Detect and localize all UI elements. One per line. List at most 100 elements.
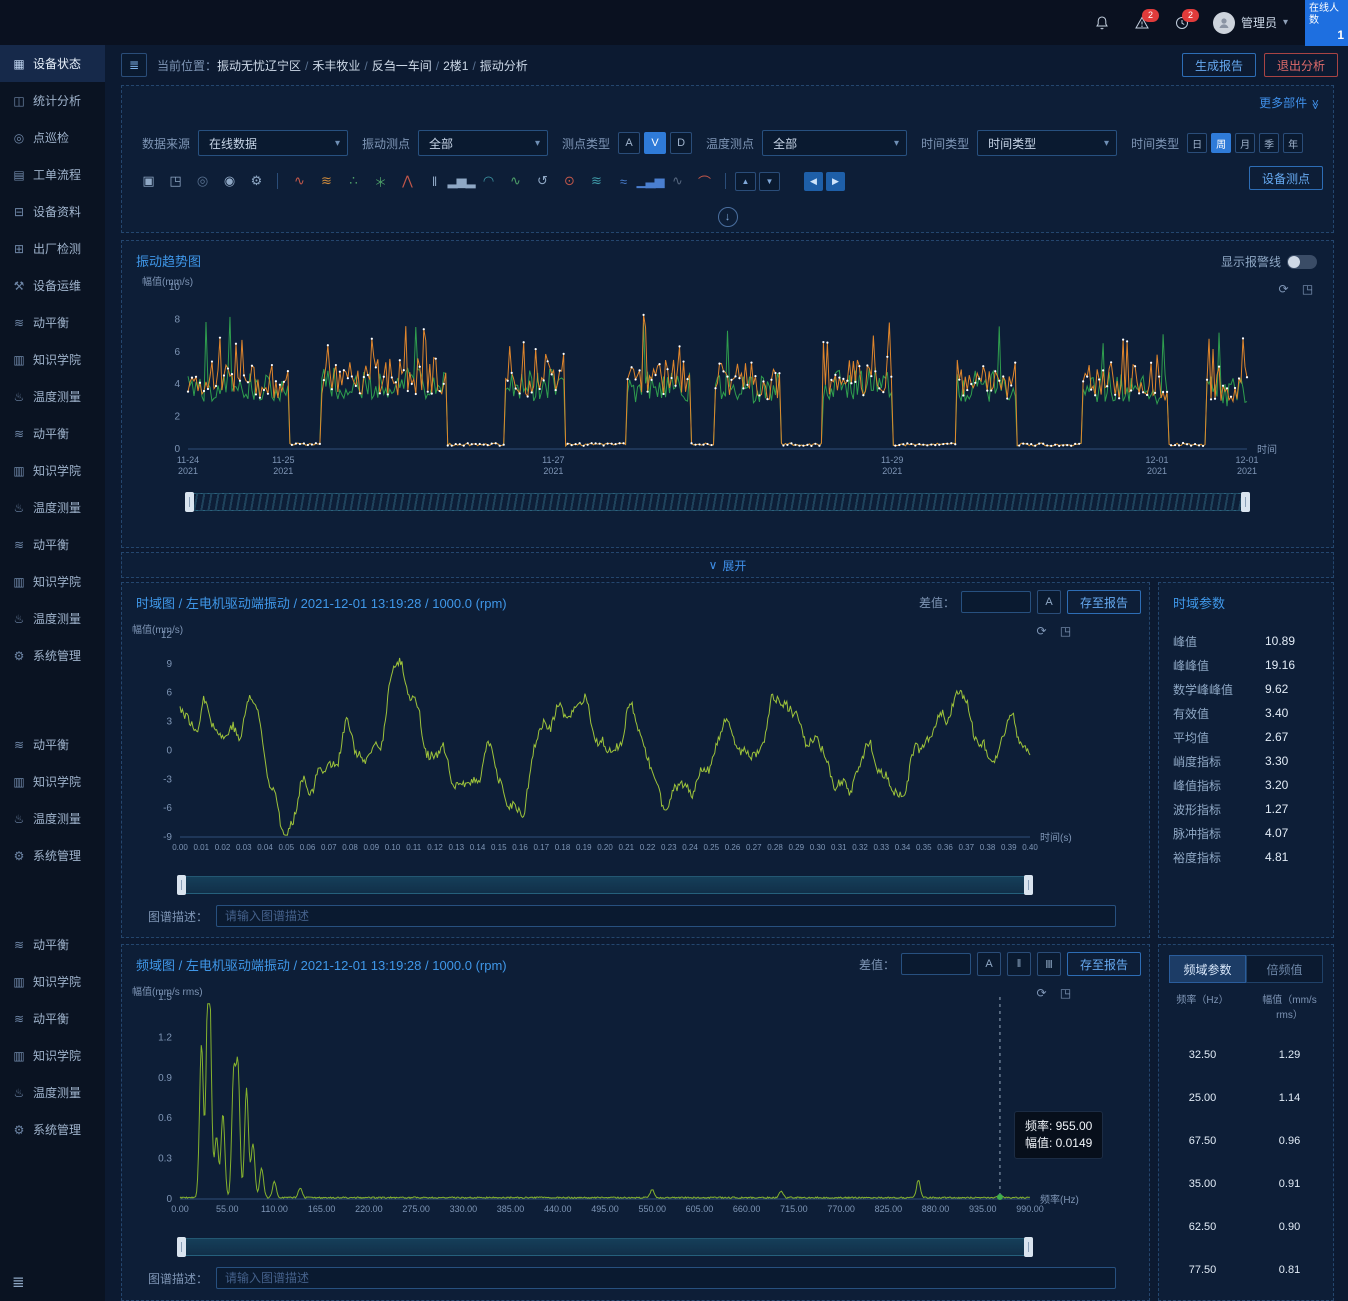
orbit-wave-icon[interactable]: ◠ xyxy=(476,170,500,192)
sidebar-item[interactable]: ⊟ 设备资料 xyxy=(0,193,105,230)
cascade-wave-icon[interactable]: ≈ xyxy=(611,170,635,192)
bell-icon[interactable] xyxy=(1093,14,1111,32)
slider-handle-right[interactable] xyxy=(1024,1237,1033,1257)
sidebar-item[interactable]: ♨ 温度测量 xyxy=(0,378,105,415)
sidebar-item[interactable]: ⚒ 设备运维 xyxy=(0,267,105,304)
breadcrumb-item[interactable]: 反刍一车间/ xyxy=(372,57,443,74)
sidebar-item[interactable]: ≋ 动平衡 xyxy=(0,926,105,963)
slider-handle-left[interactable] xyxy=(185,492,194,512)
auto-scale-button[interactable]: A xyxy=(977,952,1001,976)
decay-curve-icon[interactable]: ∿ xyxy=(287,170,311,192)
snapshot-icon[interactable]: ◳ xyxy=(163,170,187,192)
heartbeat-icon[interactable]: ∿ xyxy=(503,170,527,192)
save-report-button[interactable]: 存至报告 xyxy=(1067,590,1141,614)
time-desc-input[interactable] xyxy=(216,905,1116,927)
scatter-plot-icon[interactable]: ∴ xyxy=(341,170,365,192)
time-unit-button[interactable]: 月 xyxy=(1235,133,1255,153)
balance-icon[interactable]: ◉ xyxy=(217,170,241,192)
freq-params-tab[interactable]: 倍频值 xyxy=(1246,955,1323,983)
collapse-panel-icon[interactable]: ↓ xyxy=(718,207,738,227)
sidebar-item[interactable]: ◎ 点巡检 xyxy=(0,119,105,156)
generate-report-button[interactable]: 生成报告 xyxy=(1182,53,1256,77)
vib-point-select[interactable]: 全部 xyxy=(418,130,548,156)
more-widgets-link[interactable]: 更多部件 ≪ xyxy=(1259,94,1321,111)
sidebar-item[interactable]: ≋ 动平衡 xyxy=(0,415,105,452)
freq-params-tab[interactable]: 频域参数 xyxy=(1169,955,1246,983)
breadcrumb-item[interactable]: 振动无忧辽宁区/ xyxy=(217,57,312,74)
sidebar-item[interactable]: ▥ 知识学院 xyxy=(0,563,105,600)
harmonic-cursor-button[interactable]: Ⅲ xyxy=(1037,952,1061,976)
trend-range-slider[interactable] xyxy=(188,493,1247,511)
cross-phase-icon[interactable]: ＊ xyxy=(368,170,392,192)
time-unit-button[interactable]: 年 xyxy=(1283,133,1303,153)
freq-desc-input[interactable] xyxy=(216,1267,1116,1289)
sidebar-item[interactable]: ♨ 温度测量 xyxy=(0,1074,105,1111)
cursor-lines-button[interactable]: ‖ xyxy=(1007,952,1031,976)
sidebar-item[interactable]: ♨ 温度测量 xyxy=(0,800,105,837)
time-unit-button[interactable]: 日 xyxy=(1187,133,1207,153)
time-unit-button[interactable]: 周 xyxy=(1211,133,1231,153)
alarm-switch[interactable] xyxy=(1287,255,1317,269)
save-report-button[interactable]: 存至报告 xyxy=(1067,952,1141,976)
sidebar-item[interactable]: ◫ 统计分析 xyxy=(0,82,105,119)
clock-icon[interactable]: 2 xyxy=(1173,14,1191,32)
next-button[interactable]: ▶ xyxy=(826,172,845,191)
sidebar-item[interactable]: ▥ 知识学院 xyxy=(0,763,105,800)
sidebar-item[interactable]: ♨ 温度测量 xyxy=(0,489,105,526)
exit-analysis-button[interactable]: 退出分析 xyxy=(1264,53,1338,77)
device-tree-icon[interactable]: ≣ xyxy=(121,53,147,77)
sidebar-item[interactable]: ≋ 动平衡 xyxy=(0,726,105,763)
sidebar-item[interactable]: ▦ 设备状态 xyxy=(0,45,105,82)
sidebar-item[interactable]: ▥ 知识学院 xyxy=(0,341,105,378)
sidebar-item[interactable]: ≋ 动平衡 xyxy=(0,304,105,341)
warning-icon[interactable]: 2 xyxy=(1133,14,1151,32)
breadcrumb-item[interactable]: 2楼1/ xyxy=(443,57,480,74)
time-range-slider[interactable] xyxy=(180,876,1030,894)
point-type-button[interactable]: A xyxy=(618,132,640,154)
slider-handle-right[interactable] xyxy=(1241,492,1250,512)
mini-bars-icon[interactable]: ▂▅▂ xyxy=(449,170,473,192)
freq-chart-svg[interactable]: 1.51.20.90.60.30幅值(mm/s rms)频率(Hz)0.0055… xyxy=(126,985,1150,1235)
slider-handle-right[interactable] xyxy=(1024,875,1033,895)
sidebar-item[interactable]: ⊞ 出厂检测 xyxy=(0,230,105,267)
slider-handle-left[interactable] xyxy=(177,1237,186,1257)
collapse-sidebar-icon[interactable]: ≣ xyxy=(12,1273,25,1291)
sidebar-item[interactable]: ▥ 知识学院 xyxy=(0,452,105,489)
sidebar-item[interactable]: ▥ 知识学院 xyxy=(0,1037,105,1074)
expand-strip[interactable]: ∨ 展开 xyxy=(121,552,1334,578)
settings-gear-icon[interactable]: ⚙ xyxy=(244,170,268,192)
online-users-box[interactable]: 在线人数 1 xyxy=(1305,0,1348,46)
point-type-button[interactable]: V xyxy=(644,132,666,154)
time-chart-svg[interactable]: 129630-3-6-9幅值(mm/s)时间(s)0.000.010.020.0… xyxy=(126,623,1150,873)
time-unit-button[interactable]: 季 xyxy=(1259,133,1279,153)
prev-button[interactable]: ◀ xyxy=(804,172,823,191)
cursor-dot-icon[interactable]: ⊙ xyxy=(557,170,581,192)
decline-curve-icon[interactable]: ⌒ xyxy=(692,170,716,192)
histogram-icon[interactable]: ▁▃▅ xyxy=(638,170,662,192)
point-type-button[interactable]: D xyxy=(670,132,692,154)
sidebar-item[interactable]: ▤ 工单流程 xyxy=(0,156,105,193)
freq-range-slider[interactable] xyxy=(180,1238,1030,1256)
trend-chart-svg[interactable]: 0246810幅值(mm/s)时间11-24202111-25202111-27… xyxy=(136,273,1317,487)
move-up-button[interactable]: ▲ xyxy=(735,172,756,191)
sidebar-item[interactable]: ⚙ 系统管理 xyxy=(0,1111,105,1148)
target-circle-icon[interactable]: ◎ xyxy=(190,170,214,192)
multi-peak-icon[interactable]: ⋀ xyxy=(395,170,419,192)
envelope-wave-icon[interactable]: ≋ xyxy=(314,170,338,192)
sidebar-item[interactable]: ♨ 温度测量 xyxy=(0,600,105,637)
device-points-button[interactable]: 设备测点 xyxy=(1249,166,1323,190)
waterfall-icon[interactable]: ≋ xyxy=(584,170,608,192)
breadcrumb-item[interactable]: 振动分析/ xyxy=(480,57,528,74)
undo-icon[interactable]: ↺ xyxy=(530,170,554,192)
slider-handle-left[interactable] xyxy=(177,875,186,895)
sidebar-item[interactable]: ⚙ 系统管理 xyxy=(0,637,105,674)
admin-menu[interactable]: 管理员 ▾ xyxy=(1213,12,1288,34)
diff-input[interactable] xyxy=(901,953,971,975)
sidebar-item[interactable]: ▥ 知识学院 xyxy=(0,963,105,1000)
impulse-train-icon[interactable]: ‖ xyxy=(422,170,446,192)
move-down-button[interactable]: ▼ xyxy=(759,172,780,191)
auto-scale-button[interactable]: A xyxy=(1037,590,1061,614)
temp-point-select[interactable]: 全部 xyxy=(762,130,907,156)
time-type-select[interactable]: 时间类型 xyxy=(977,130,1117,156)
diff-input[interactable] xyxy=(961,591,1031,613)
